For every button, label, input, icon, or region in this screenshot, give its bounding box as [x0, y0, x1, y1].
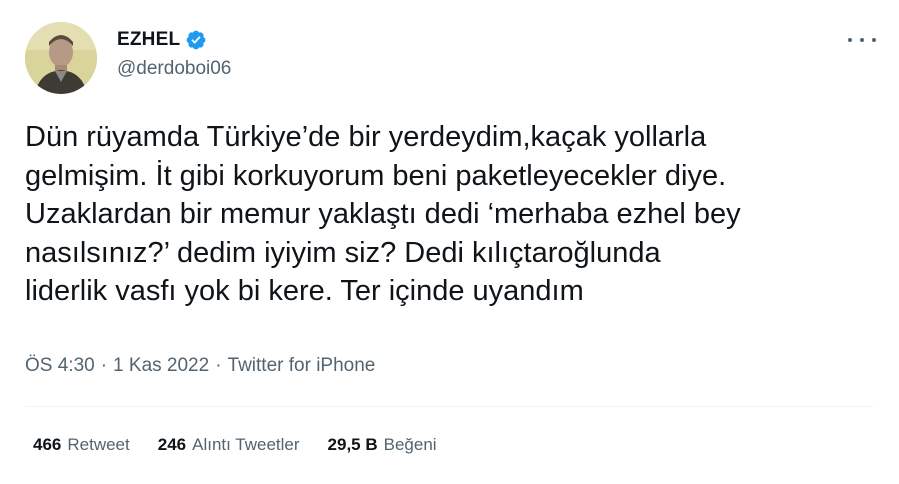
verified-badge-icon: [185, 29, 207, 51]
tweet-stats: 466 Retweet 246 Alıntı Tweetler 29,5 B B…: [33, 435, 465, 455]
more-options-button[interactable]: [848, 30, 876, 50]
tweet-time[interactable]: ÖS 4:30: [25, 355, 95, 377]
avatar-photo: [25, 22, 97, 94]
more-dot-icon: [872, 38, 876, 42]
author-handle[interactable]: @derdoboi06: [117, 58, 231, 80]
divider: [25, 406, 873, 407]
meta-separator: ·: [215, 355, 222, 376]
author-name-row[interactable]: EZHEL: [117, 29, 207, 51]
quote-tweets-stat[interactable]: 246 Alıntı Tweetler: [158, 435, 300, 455]
tweet-text: Dün rüyamda Türkiye’de bir yerdeydim,kaç…: [25, 121, 741, 307]
retweets-label: Retweet: [67, 435, 130, 454]
quote-tweets-count: 246: [157, 435, 187, 454]
quote-tweets-label: Alıntı Tweetler: [192, 435, 300, 454]
retweets-stat[interactable]: 466 Retweet: [33, 435, 130, 455]
more-dot-icon: [848, 38, 852, 42]
tweet-source[interactable]: Twitter for iPhone: [228, 355, 376, 377]
retweets-count: 466: [33, 435, 62, 454]
more-dot-icon: [860, 38, 864, 42]
tweet-date[interactable]: 1 Kas 2022: [113, 355, 209, 377]
likes-count: 29,5 B: [327, 435, 378, 454]
avatar[interactable]: [25, 22, 97, 94]
likes-label: Beğeni: [383, 435, 437, 454]
author-display-name[interactable]: EZHEL: [117, 29, 180, 51]
meta-separator: ·: [100, 355, 108, 376]
likes-stat[interactable]: 29,5 B Beğeni: [328, 435, 437, 455]
tweet-meta: ÖS 4:30 · 1 Kas 2022 · Twitter for iPhon…: [25, 355, 375, 377]
